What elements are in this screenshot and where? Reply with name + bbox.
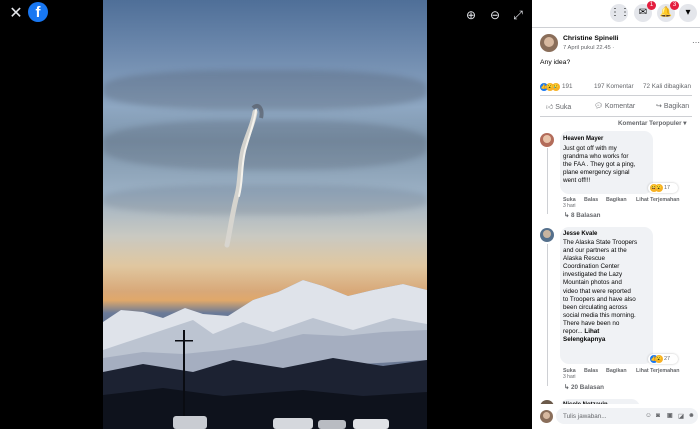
replies-count: 20 Balasan <box>571 384 604 391</box>
view-replies-link[interactable]: ↳ 8 Balasan <box>564 212 600 219</box>
like-icon: 👍︎ <box>546 104 554 111</box>
see-more-link-continued[interactable]: Selengkapnya <box>563 336 605 343</box>
avatar-sticker-icon[interactable]: ☻ <box>688 412 695 419</box>
like-action[interactable]: 👍︎ Suka <box>546 102 571 111</box>
reply-arrow-icon: ↳ <box>564 212 570 219</box>
comment-author[interactable]: Jesse Kvale <box>563 231 597 237</box>
fullscreen-icon[interactable]: ⤢ <box>511 8 525 22</box>
commenter-avatar[interactable] <box>540 228 554 242</box>
zoom-in-icon[interactable]: ⊕ <box>464 8 478 22</box>
replies-count: 8 Balasan <box>571 212 601 219</box>
wow-reaction-icon: 😮 <box>655 184 663 192</box>
sort-label: Komentar Terpopuler <box>618 120 682 127</box>
comment-reply-link[interactable]: Balas <box>584 368 598 374</box>
view-replies-link[interactable]: ↳ 20 Balasan <box>564 384 604 391</box>
share-action[interactable]: ↪ Bagikan <box>656 102 689 110</box>
gif-icon[interactable]: ▣ <box>667 412 673 419</box>
comment-text: The Alaska State Troopers and our partne… <box>563 239 638 344</box>
author-avatar[interactable] <box>540 34 558 52</box>
reply-placeholder: Tulis jawaban... <box>563 413 607 420</box>
emoji-icon[interactable]: ☺ <box>645 412 652 419</box>
post-author[interactable]: Christine Spinelli <box>563 35 619 42</box>
share-icon: ↪ <box>656 103 662 110</box>
zoom-out-icon[interactable]: ⊖ <box>488 8 502 22</box>
post-text: Any idea? <box>540 59 571 66</box>
shares-count[interactable]: 72 Kali dibagikan <box>643 83 691 90</box>
current-user-avatar[interactable] <box>540 410 553 423</box>
comment-translate-link[interactable]: Lihat Terjemahan <box>636 197 679 203</box>
comment-icon: 💬︎ <box>594 103 603 110</box>
comment-action[interactable]: 💬︎ Komentar <box>594 102 635 110</box>
messenger-icon[interactable]: ✉ 1 <box>634 1 656 22</box>
notifications-badge: 3 <box>670 1 679 10</box>
share-label: Bagikan <box>663 103 690 110</box>
comment-reply-link[interactable]: Balas <box>584 197 598 203</box>
facebook-logo[interactable]: f <box>28 2 48 22</box>
reply-arrow-icon: ↳ <box>564 384 570 391</box>
comment-share-link[interactable]: Bagikan <box>606 197 627 203</box>
photo-viewer: ✕ f ⊕ ⊖ ⤢ <box>0 0 532 429</box>
smoke-trail-graphic <box>103 103 427 429</box>
commenter-avatar[interactable] <box>540 133 554 147</box>
comment-reaction-count: 27 <box>664 356 671 362</box>
comments-count[interactable]: 197 Komentar <box>594 83 634 90</box>
top-bar: ⋮⋮ ✉ 1 🔔 3 ▾ <box>532 0 700 27</box>
comment-reactions[interactable]: 👍 😮 27 <box>648 354 678 364</box>
comment-label: Komentar <box>604 103 636 110</box>
sticker-icon[interactable]: ◪ <box>678 412 684 420</box>
wow-reaction-icon: 😮 <box>655 355 663 363</box>
post-info-panel: ⋮⋮ ✉ 1 🔔 3 ▾ Christine Spinelli 7 April … <box>532 0 700 429</box>
comment-text: Just got off with my grandma who works f… <box>563 145 636 185</box>
comment-age[interactable]: 3 hari <box>563 203 576 209</box>
thread-line <box>547 244 548 386</box>
account-dropdown-icon[interactable]: ▾ <box>679 4 697 22</box>
divider <box>532 27 700 28</box>
comment-sort-dropdown[interactable]: Komentar Terpopuler ▾ <box>618 120 686 127</box>
divider <box>540 95 692 96</box>
see-more-link[interactable]: Lihat <box>584 328 599 335</box>
thread-line <box>547 148 548 214</box>
messenger-badge: 1 <box>647 1 656 10</box>
comment-author[interactable]: Heaven Mayer <box>563 136 603 142</box>
grid-menu-icon[interactable]: ⋮⋮ <box>610 4 630 22</box>
sad-reaction-icon: 😢 <box>552 83 560 91</box>
more-options-icon[interactable]: ⋯ <box>692 38 700 47</box>
divider <box>540 116 692 117</box>
like-label: Suka <box>555 104 572 111</box>
post-photo <box>103 0 427 429</box>
reaction-count[interactable]: 191 <box>562 83 573 90</box>
comment-reactions[interactable]: 😆 😮 17 <box>648 183 678 193</box>
notifications-icon[interactable]: 🔔 3 <box>657 1 679 22</box>
close-icon[interactable]: ✕ <box>8 6 24 22</box>
post-time[interactable]: 7 April pukul 22.45 · <box>563 45 614 51</box>
comment-share-link[interactable]: Bagikan <box>606 368 627 374</box>
comment-reaction-count: 17 <box>664 185 671 191</box>
comment-age[interactable]: 3 hari <box>563 374 576 380</box>
comment-translate-link[interactable]: Lihat Terjemahan <box>636 368 679 374</box>
camera-icon[interactable]: ◙ <box>656 412 660 419</box>
